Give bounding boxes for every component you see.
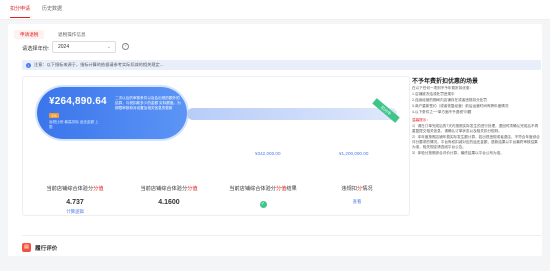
help-icon[interactable]: ? xyxy=(122,43,129,50)
chevron-down-icon: ⌄ xyxy=(106,44,111,50)
refund-description: 二次以后的审核条件以及会出现的额外的结算，与税扣款多少的金额 实际额度。为期限审… xyxy=(115,96,181,110)
refund-amount: ¥264,890.64 xyxy=(49,96,107,107)
metric-score-2: 当前店铺综合体验分分值 4.1600 xyxy=(123,185,215,206)
side-note: 1）请在订单完成后的7天内按照实际发生的进行处理，退回时须确认完成后不再重复提交… xyxy=(412,124,539,133)
evaluation-icon: ▤ xyxy=(22,243,31,252)
subtab-apply-refund[interactable]: 申请退税 xyxy=(14,30,45,39)
side-item: 4.以下条件之一“单方面不予退税”问题 xyxy=(412,110,472,114)
metric-label: 当前店铺综合体验分分值结果 xyxy=(229,186,297,192)
flow-left-value: ¥342,000.00 xyxy=(255,151,281,156)
refund-amount-sub: 返税比例 最高扣除 返还金额 上限 xyxy=(49,120,99,129)
tab-history[interactable]: 历史数据 xyxy=(42,5,62,12)
side-note: 2）本年度按照店铺年费实际发生额计算，若出现违规或者退店、不符合年度综合评分要求… xyxy=(412,135,540,149)
side-item: 1.店铺被冻结或处罚违规中 xyxy=(412,92,455,96)
metric-label: 违规扣分情况 xyxy=(341,186,373,192)
side-item: 3.商户重新签约（或者恢复经营）前后运营时间有跨年度情况 xyxy=(412,104,509,108)
evaluation-label: 履行评价 xyxy=(35,246,58,252)
main-panel: 申请退税 退税操作信息 请选择年份: 2024 ⌄ ? i 注意：以下指标来源于… xyxy=(8,24,542,256)
divider xyxy=(22,235,541,236)
refund-rate-badge: 1% xyxy=(49,113,59,118)
refund-amount-pill: ¥264,890.64 1% 返税比例 最高扣除 返还金额 上限 二次以后的审核… xyxy=(37,87,187,139)
side-intro: 在以下任何一项则不予年费折扣优惠： xyxy=(412,86,474,90)
top-tab-bar: 扣分申请 历史数据 xyxy=(0,0,550,20)
side-item: 2.连续经营的期间内店铺存在或者违规扣分处罚 xyxy=(412,98,487,102)
subtab-refund-info[interactable]: 退税操作信息 xyxy=(52,30,92,39)
check-icon: ✓ xyxy=(259,201,267,208)
year-filter-label: 请选择年份: xyxy=(22,46,50,52)
side-title: 不予年费折扣优惠的场景 xyxy=(412,79,479,85)
year-select-value: 2024 xyxy=(58,44,70,50)
refund-flow-bar xyxy=(187,108,397,120)
metric-value: 4.737 xyxy=(66,199,84,206)
year-select[interactable]: 2024 ⌄ xyxy=(52,41,116,53)
side-note: 3）体验分按照综合评价计算，最终结果以平台公布为准。 xyxy=(412,151,504,155)
info-icon: i xyxy=(26,62,31,68)
metric-label: 当前店铺综合体验分分值 xyxy=(46,186,104,192)
metric-value: 4.1600 xyxy=(158,199,180,206)
notice-text: 注意：以下指标来源于，指标计算的依据请参考实际扣减的相关规定... xyxy=(34,62,164,67)
side-note-title: 温馨提示： xyxy=(412,118,430,122)
tab-deduction-apply[interactable]: 扣分申请 xyxy=(10,5,31,18)
side-rules: 不予年费折扣优惠的场景 在以下任何一项则不予年费折扣优惠： 1.店铺被冻结或处罚… xyxy=(412,76,541,231)
notice-banner: i 注意：以下指标来源于，指标计算的依据请参考实际扣减的相关规定... xyxy=(22,60,541,70)
flow-right-value: ¥1,200,000.00 xyxy=(339,151,369,156)
metric-result: 当前店铺综合体验分分值结果 ✓ xyxy=(217,185,309,210)
metric-violation: 违规扣分情况 查看 xyxy=(311,185,403,205)
calc-logic-link[interactable]: 计算逻辑 xyxy=(29,209,121,215)
view-link[interactable]: 查看 xyxy=(311,199,403,205)
metric-score-1: 当前店铺综合体验分分值 4.737 计算逻辑 xyxy=(29,185,121,215)
metric-label: 当前店铺综合体验分分值 xyxy=(140,186,198,192)
refund-summary-card: ¥264,890.64 1% 返税比例 最高扣除 返还金额 上限 二次以后的审核… xyxy=(22,76,410,216)
